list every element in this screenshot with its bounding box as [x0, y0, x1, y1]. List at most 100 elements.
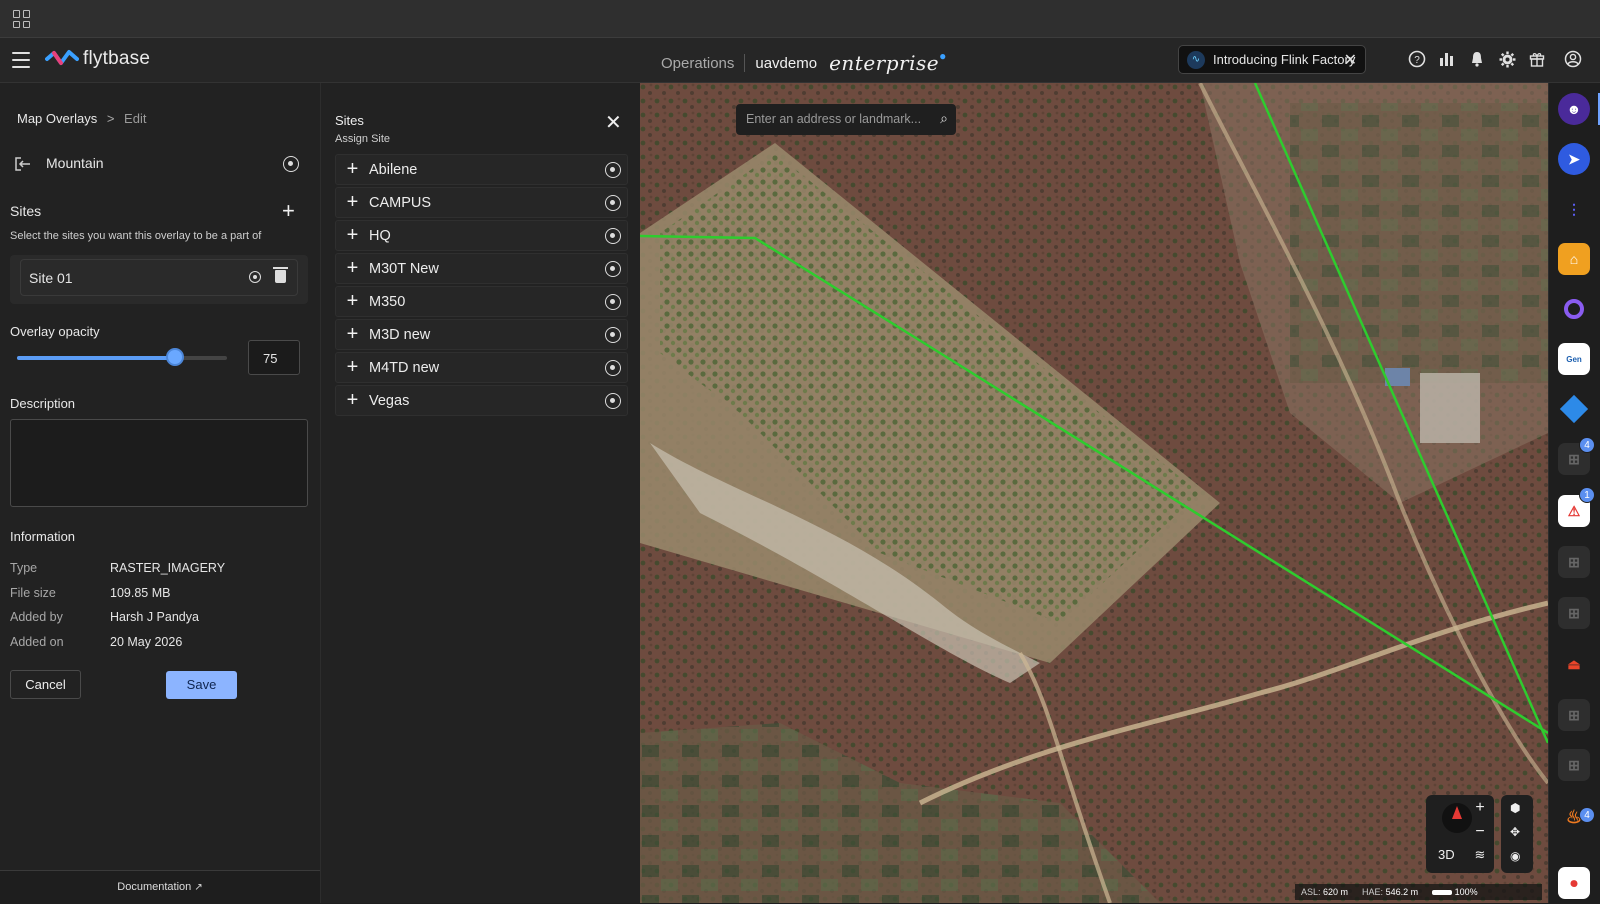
apps-grid-icon[interactable]: [13, 10, 31, 28]
add-site-icon[interactable]: +: [336, 257, 369, 280]
asl-label: ASL:: [1301, 887, 1321, 897]
app-chain-icon[interactable]: ⋮: [1558, 193, 1590, 225]
app-badge: 1: [1579, 487, 1595, 503]
site-row[interactable]: + M30T New: [335, 253, 628, 284]
add-site-icon[interactable]: +: [336, 290, 369, 313]
opacity-slider[interactable]: [17, 348, 227, 366]
app-placeholder-icon[interactable]: ⊞: [1558, 597, 1590, 629]
info-row: Type RASTER_IMAGERY: [10, 561, 225, 575]
info-key: File size: [10, 586, 56, 600]
exit-back-icon[interactable]: [14, 156, 32, 171]
opacity-slider-handle[interactable]: [165, 348, 184, 366]
app-siren-icon[interactable]: ⏏: [1558, 648, 1590, 680]
satellite-map[interactable]: [640, 83, 1548, 903]
map-navigation-controls: 3D + − ≋: [1426, 795, 1494, 873]
app-send-icon[interactable]: ➤: [1558, 143, 1590, 175]
locate-site-icon[interactable]: [605, 360, 621, 376]
promo-banner[interactable]: ∿ Introducing Flink Factory ✕: [1178, 45, 1366, 74]
divider: [744, 54, 746, 72]
cancel-button[interactable]: Cancel: [10, 670, 81, 699]
delete-site-icon[interactable]: [273, 267, 288, 283]
notifications-icon[interactable]: [1467, 49, 1487, 69]
zoom-bar-icon: [1432, 890, 1453, 896]
cube-view-icon[interactable]: ⬢: [1510, 801, 1520, 815]
map-tool-controls: ⬢ ✥ ◉: [1501, 795, 1533, 873]
site-row[interactable]: + M3D new: [335, 319, 628, 350]
save-button[interactable]: Save: [166, 671, 237, 699]
logo-text: flytbase: [83, 48, 151, 69]
app-placeholder-icon[interactable]: ⊞: [1558, 699, 1590, 731]
layers-icon[interactable]: ≋: [1470, 847, 1490, 863]
add-site-icon[interactable]: +: [336, 158, 369, 181]
locate-site-icon[interactable]: [605, 162, 621, 178]
operations-link[interactable]: Operations: [661, 55, 734, 72]
locate-site-icon[interactable]: [605, 327, 621, 343]
locate-site-icon[interactable]: [249, 271, 261, 283]
logo[interactable]: flytbase: [45, 48, 150, 70]
zoom-in-icon[interactable]: +: [1470, 799, 1490, 817]
add-site-icon[interactable]: +: [336, 224, 369, 247]
information-label: Information: [10, 529, 76, 544]
app-ring-icon[interactable]: [1558, 293, 1590, 325]
map-search-input[interactable]: Enter an address or landmark... ⌕: [736, 104, 956, 135]
site-row[interactable]: + Vegas: [335, 385, 628, 416]
app-record-icon[interactable]: ⏺: [1558, 867, 1590, 899]
toggle-3d-button[interactable]: 3D: [1438, 847, 1455, 862]
map-status-bar: ASL: 620 m HAE: 546.2 m 100%: [1295, 884, 1542, 900]
gift-icon[interactable]: [1527, 49, 1547, 69]
app-pilot-icon[interactable]: ☻: [1558, 93, 1590, 125]
app-placeholder-icon[interactable]: ⊞: [1558, 546, 1590, 578]
search-icon[interactable]: ⌕: [940, 110, 948, 127]
locate-site-icon[interactable]: [605, 261, 621, 277]
site-row[interactable]: + CAMPUS: [335, 187, 628, 218]
external-link-icon: ↗: [194, 882, 203, 893]
map-view[interactable]: Enter an address or landmark... ⌕ 3D + −…: [640, 83, 1548, 903]
add-site-button[interactable]: +: [282, 200, 295, 222]
top-bar: [0, 0, 1600, 38]
promo-close-icon[interactable]: ✕: [1344, 50, 1357, 70]
account-icon[interactable]: [1563, 49, 1583, 69]
locate-overlay-icon[interactable]: [283, 156, 299, 172]
app-orange-icon[interactable]: ⌂: [1558, 243, 1590, 275]
fit-extent-icon[interactable]: ✥: [1510, 825, 1520, 839]
site-name: HQ: [369, 227, 391, 244]
locate-site-icon[interactable]: [605, 195, 621, 211]
svg-text:?: ?: [1414, 55, 1420, 66]
documentation-link[interactable]: Documentation ↗: [0, 870, 320, 903]
menu-icon[interactable]: [12, 52, 30, 68]
settings-gear-icon[interactable]: [1497, 49, 1517, 69]
close-panel-icon[interactable]: ✕: [605, 110, 622, 135]
sites-heading: Sites: [10, 203, 42, 219]
recenter-icon[interactable]: ◉: [1510, 849, 1520, 863]
add-site-icon[interactable]: +: [336, 356, 369, 379]
app-diamond-icon[interactable]: [1558, 393, 1590, 425]
documentation-label: Documentation: [117, 881, 192, 893]
asl-readout: ASL: 620 m: [1301, 887, 1348, 897]
locate-site-icon[interactable]: [605, 393, 621, 409]
add-site-icon[interactable]: +: [336, 191, 369, 214]
site-row[interactable]: + HQ: [335, 220, 628, 251]
locate-site-icon[interactable]: [605, 228, 621, 244]
app-placeholder-icon[interactable]: ⊞: [1558, 749, 1590, 781]
site-row[interactable]: + M4TD new: [335, 352, 628, 383]
edition-label: enterprise: [829, 51, 940, 75]
help-icon[interactable]: ?: [1407, 49, 1427, 69]
app-genetec-icon[interactable]: Gen: [1558, 343, 1590, 375]
sites-panel-subtitle: Assign Site: [335, 133, 391, 145]
locate-site-icon[interactable]: [605, 294, 621, 310]
assign-site-panel: Sites Assign Site ✕ + Abilene + CAMPUS + HQ + M…: [320, 83, 640, 903]
description-textarea[interactable]: [10, 419, 308, 507]
site-name: M3D new: [369, 326, 431, 343]
app-rail: ☻ ➤ ⋮ ⌂ Gen ⊞ 4 ⚠ 1 ⊞ ⊞ ⏏ ⊞ ⊞ ♨ 4 ⏺: [1548, 83, 1600, 903]
opacity-input[interactable]: 75: [248, 340, 300, 375]
compass-icon[interactable]: [1442, 803, 1472, 833]
opacity-label: Overlay opacity: [10, 324, 100, 339]
site-row[interactable]: + Abilene: [335, 154, 628, 185]
breadcrumb-root[interactable]: Map Overlays: [17, 111, 97, 126]
site-row[interactable]: + M350: [335, 286, 628, 317]
app-badge: 4: [1579, 807, 1595, 823]
analytics-icon[interactable]: [1437, 49, 1457, 69]
add-site-icon[interactable]: +: [336, 323, 369, 346]
add-site-icon[interactable]: +: [336, 389, 369, 412]
zoom-out-icon[interactable]: −: [1470, 823, 1490, 841]
